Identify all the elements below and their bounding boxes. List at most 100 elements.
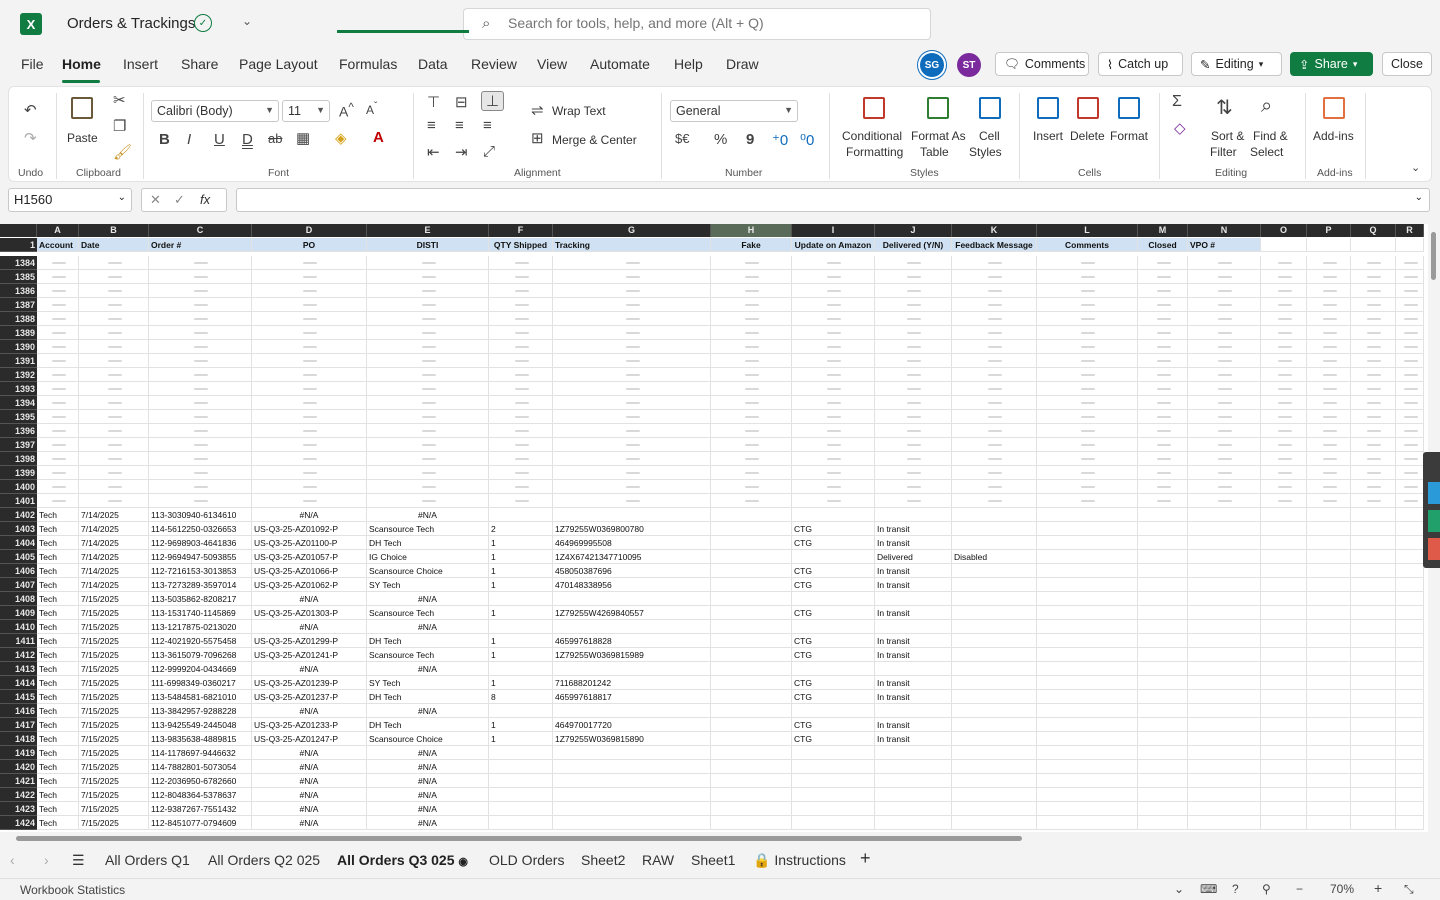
grid-cell[interactable] <box>875 746 952 760</box>
grid-cell[interactable] <box>1138 438 1188 452</box>
grid-cell[interactable] <box>1261 746 1307 760</box>
grid-cell[interactable] <box>252 326 367 340</box>
redo-icon[interactable]: ↷ <box>24 129 37 147</box>
row-header[interactable]: 1416 <box>0 704 37 718</box>
column-header[interactable]: N <box>1188 224 1261 237</box>
grid-cell[interactable] <box>1037 676 1138 690</box>
grid-cell[interactable] <box>1261 270 1307 284</box>
row-header[interactable]: 1400 <box>0 480 37 494</box>
grid-cell[interactable] <box>1351 634 1396 648</box>
grid-cell[interactable]: Tech <box>37 718 79 732</box>
grid-cell[interactable] <box>1396 536 1424 550</box>
grid-cell[interactable] <box>1188 606 1261 620</box>
grid-cell[interactable] <box>1307 238 1351 252</box>
row-header[interactable]: 1411 <box>0 634 37 648</box>
grid-cell[interactable] <box>875 494 952 508</box>
grid-cell[interactable] <box>553 256 711 270</box>
grid-cell[interactable] <box>1351 298 1396 312</box>
grid-cell[interactable] <box>1396 690 1424 704</box>
grid-cell[interactable] <box>489 802 553 816</box>
grid-cell[interactable] <box>1307 802 1351 816</box>
grid-cell[interactable] <box>792 466 875 480</box>
grid-cell[interactable]: 7/15/2025 <box>79 746 149 760</box>
grid-cell[interactable] <box>149 298 252 312</box>
grid-cell[interactable] <box>952 676 1037 690</box>
grid-cell[interactable] <box>1188 522 1261 536</box>
grid-cell[interactable]: Tech <box>37 536 79 550</box>
grid-cell[interactable]: Delivered <box>875 550 952 564</box>
grid-cell[interactable] <box>37 340 79 354</box>
grid-cell[interactable] <box>1138 522 1188 536</box>
grid-cell[interactable] <box>1261 648 1307 662</box>
grid-cell[interactable] <box>875 256 952 270</box>
grid-cell[interactable] <box>1351 690 1396 704</box>
grid-cell[interactable]: CTG <box>792 536 875 550</box>
grid-cell[interactable] <box>37 424 79 438</box>
grid-cell[interactable]: 7/14/2025 <box>79 550 149 564</box>
grid-cell[interactable] <box>1261 284 1307 298</box>
grid-cell[interactable] <box>1188 424 1261 438</box>
grid-cell[interactable] <box>1307 410 1351 424</box>
row-header[interactable]: 1413 <box>0 662 37 676</box>
grid-cell[interactable] <box>711 634 792 648</box>
grid-cell[interactable]: 7/15/2025 <box>79 606 149 620</box>
grid-cell[interactable] <box>1037 508 1138 522</box>
grid-cell[interactable] <box>952 592 1037 606</box>
grid-cell[interactable] <box>1188 298 1261 312</box>
grid-cell[interactable] <box>367 410 489 424</box>
grid-cell[interactable] <box>711 452 792 466</box>
grid-cell[interactable] <box>149 396 252 410</box>
grid-cell[interactable]: Tech <box>37 802 79 816</box>
sheet-tab[interactable]: OLD Orders <box>489 852 564 868</box>
grid-cell[interactable]: Tech <box>37 550 79 564</box>
grid-cell[interactable] <box>1138 368 1188 382</box>
grid-cell[interactable] <box>711 718 792 732</box>
grid-cell[interactable] <box>367 424 489 438</box>
grid-cell[interactable] <box>711 732 792 746</box>
grid-cell[interactable] <box>1188 326 1261 340</box>
row-header[interactable]: 1396 <box>0 424 37 438</box>
grid-cell[interactable]: In transit <box>875 648 952 662</box>
grid-cell[interactable] <box>1261 704 1307 718</box>
grid-cell[interactable] <box>1396 522 1424 536</box>
grid-cell[interactable] <box>952 396 1037 410</box>
grid-cell[interactable] <box>1188 704 1261 718</box>
grid-cell[interactable]: Tech <box>37 704 79 718</box>
row-header[interactable]: 1 <box>0 238 37 252</box>
grid-cell[interactable] <box>1138 704 1188 718</box>
grid-cell[interactable] <box>1351 592 1396 606</box>
grid-cell[interactable] <box>79 354 149 368</box>
grid-cell[interactable] <box>1188 634 1261 648</box>
grid-cell[interactable] <box>1138 592 1188 606</box>
grid-cell[interactable] <box>1351 382 1396 396</box>
grid-cell[interactable] <box>792 508 875 522</box>
grid-cell[interactable]: #N/A <box>252 592 367 606</box>
grid-cell[interactable] <box>711 326 792 340</box>
grid-cell[interactable] <box>1396 480 1424 494</box>
grid-cell[interactable] <box>1037 788 1138 802</box>
grid-cell[interactable] <box>1138 802 1188 816</box>
grid-cell[interactable] <box>79 466 149 480</box>
grid-cell[interactable] <box>1138 312 1188 326</box>
column-header[interactable]: F <box>489 224 553 237</box>
grid-cell[interactable]: 1Z79255W4269840557 <box>553 606 711 620</box>
grid-cell[interactable] <box>1188 788 1261 802</box>
grid-cell[interactable] <box>952 760 1037 774</box>
grid-cell[interactable] <box>1037 340 1138 354</box>
grid-cell[interactable] <box>489 312 553 326</box>
grid-cell[interactable] <box>711 536 792 550</box>
grid-cell[interactable] <box>711 550 792 564</box>
grid-cell[interactable] <box>1307 704 1351 718</box>
grid-cell[interactable] <box>1307 578 1351 592</box>
grid-cell[interactable] <box>1307 746 1351 760</box>
grid-cell[interactable] <box>711 256 792 270</box>
grid-cell[interactable] <box>875 480 952 494</box>
grid-cell[interactable]: 464969995508 <box>553 536 711 550</box>
row-header[interactable]: 1419 <box>0 746 37 760</box>
tab-data[interactable]: Data <box>418 56 448 72</box>
grid-cell[interactable] <box>711 354 792 368</box>
grid-cell[interactable] <box>1307 382 1351 396</box>
grid-cell[interactable] <box>489 494 553 508</box>
grid-cell[interactable]: Closed <box>1138 238 1188 252</box>
grid-cell[interactable] <box>1307 368 1351 382</box>
